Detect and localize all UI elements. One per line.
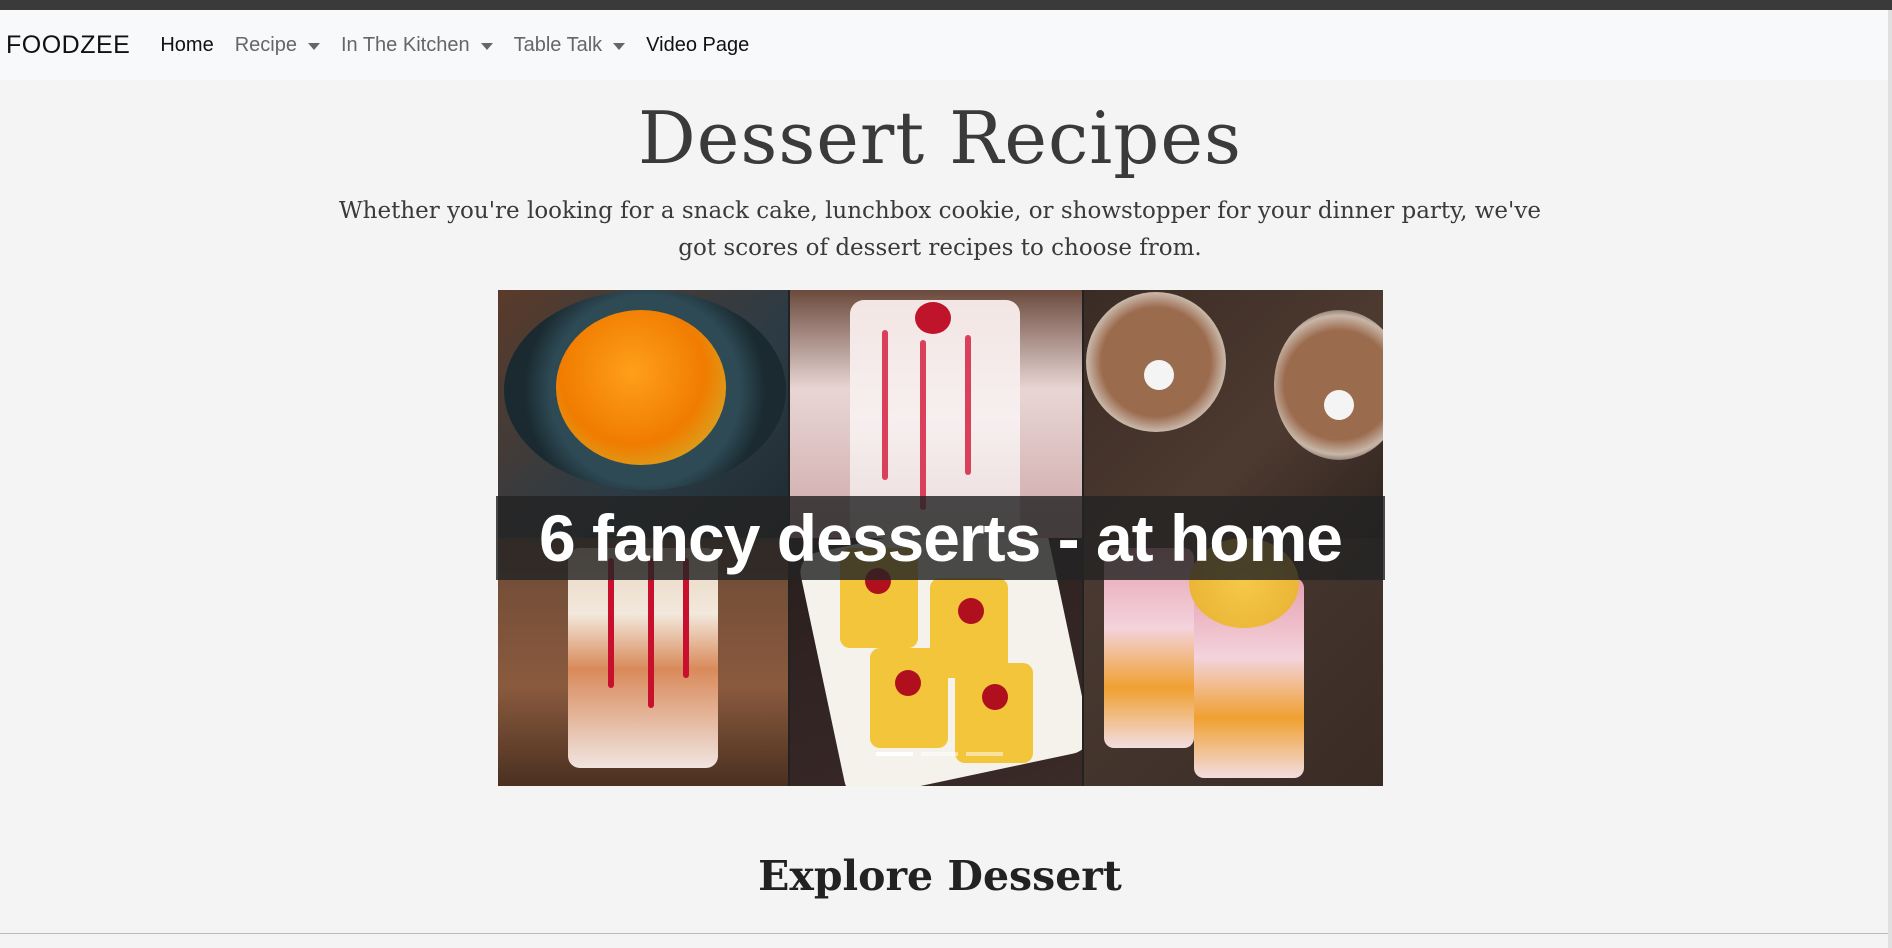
window-top-strip <box>0 0 1892 10</box>
nav-label-home: Home <box>160 33 214 56</box>
section-divider <box>0 933 1892 934</box>
nav-label-recipe: Recipe <box>234 33 297 56</box>
carousel-caption: 6 fancy desserts - at home <box>496 496 1385 580</box>
nav-item-video-page[interactable]: Video Page <box>646 34 749 57</box>
caret-down-icon <box>613 42 626 50</box>
nav-label-table-talk: Table Talk <box>513 33 603 56</box>
nav-label-video-page: Video Page <box>646 33 750 56</box>
nav-item-recipe[interactable]: Recipe <box>235 34 320 57</box>
nav-item-in-the-kitchen[interactable]: In The Kitchen <box>341 34 493 57</box>
carousel-caption-text: 6 fancy desserts - at home <box>539 501 1343 575</box>
nav-item-home[interactable]: Home <box>160 34 213 57</box>
page-scrollbar[interactable] <box>1888 10 1892 948</box>
caret-down-icon <box>480 42 493 50</box>
brand-logo[interactable]: FOODZEE <box>6 31 130 60</box>
top-navbar: FOODZEE Home Recipe In The Kitchen Table… <box>0 10 1892 80</box>
section-title: Explore Dessert <box>758 852 1122 900</box>
caret-down-icon <box>307 42 320 50</box>
intro-paragraph: Whether you're looking for a snack cake,… <box>339 198 1541 261</box>
carousel-indicator-1[interactable] <box>876 752 913 756</box>
page-title: Dessert Recipes <box>638 96 1242 180</box>
nav-item-table-talk[interactable]: Table Talk <box>514 34 626 57</box>
carousel-indicator-3[interactable] <box>966 752 1003 756</box>
nav-label-in-the-kitchen: In The Kitchen <box>340 33 470 56</box>
carousel-indicator-2[interactable] <box>921 752 958 756</box>
carousel-indicators <box>876 752 1003 756</box>
